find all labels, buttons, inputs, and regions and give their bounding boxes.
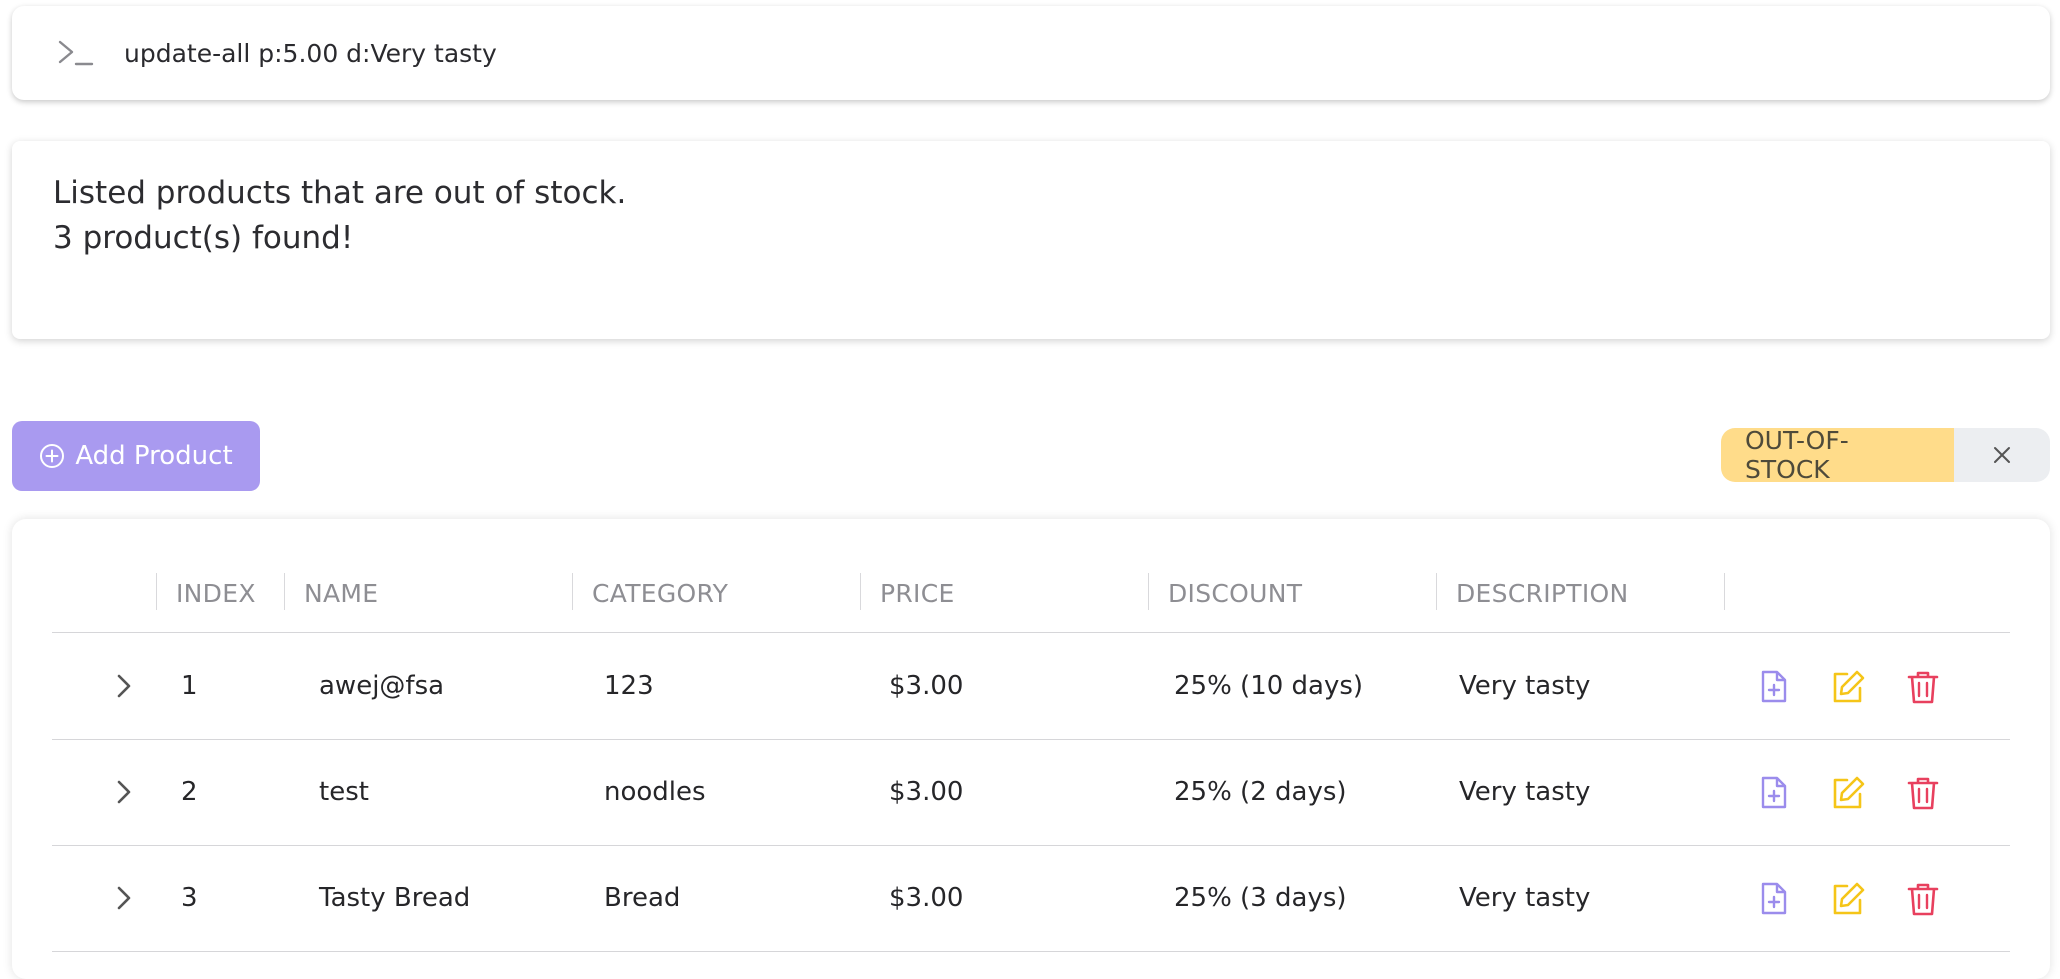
header-price[interactable]: PRICE bbox=[880, 554, 955, 632]
edit-icon[interactable] bbox=[1829, 880, 1867, 918]
cell-description: Very tasty bbox=[1459, 883, 1591, 913]
header-name[interactable]: NAME bbox=[304, 554, 378, 632]
delete-icon[interactable] bbox=[1904, 774, 1942, 812]
table-header: INDEX NAME CATEGORY PRICE DISCOUNT DESCR… bbox=[52, 554, 2010, 633]
delete-icon[interactable] bbox=[1904, 880, 1942, 918]
chevron-right-icon bbox=[117, 780, 131, 804]
product-table: INDEX NAME CATEGORY PRICE DISCOUNT DESCR… bbox=[12, 519, 2050, 979]
terminal-prompt-icon bbox=[58, 40, 94, 66]
view-details-icon[interactable] bbox=[1755, 880, 1793, 918]
header-description[interactable]: DESCRIPTION bbox=[1456, 554, 1629, 632]
cell-category: 123 bbox=[604, 671, 654, 701]
add-product-label: Add Product bbox=[75, 441, 233, 471]
table-row: 3 Tasty Bread Bread $3.00 25% (3 days) V… bbox=[52, 845, 2010, 952]
header-separator bbox=[156, 573, 157, 610]
header-separator bbox=[860, 573, 861, 610]
expand-row-button[interactable] bbox=[114, 739, 134, 845]
result-message: Listed products that are out of stock. bbox=[53, 175, 627, 211]
view-details-icon[interactable] bbox=[1755, 668, 1793, 706]
cell-description: Very tasty bbox=[1459, 777, 1591, 807]
header-separator bbox=[1724, 573, 1725, 610]
header-separator bbox=[1436, 573, 1437, 610]
cell-price: $3.00 bbox=[889, 671, 964, 701]
table-row: 2 test noodles $3.00 25% (2 days) Very t… bbox=[52, 739, 2010, 846]
chevron-right-icon bbox=[117, 674, 131, 698]
cell-index: 1 bbox=[181, 671, 198, 701]
cell-name: awej@fsa bbox=[319, 671, 445, 701]
add-product-button[interactable]: Add Product bbox=[12, 421, 260, 491]
view-details-icon[interactable] bbox=[1755, 774, 1793, 812]
cell-category: Bread bbox=[604, 883, 681, 913]
command-input[interactable] bbox=[122, 37, 1826, 69]
cell-discount: 25% (10 days) bbox=[1174, 671, 1364, 701]
cell-description: Very tasty bbox=[1459, 671, 1591, 701]
header-separator bbox=[572, 573, 573, 610]
command-bar bbox=[12, 6, 2050, 100]
delete-icon[interactable] bbox=[1904, 668, 1942, 706]
header-category[interactable]: CATEGORY bbox=[592, 554, 728, 632]
edit-icon[interactable] bbox=[1829, 668, 1867, 706]
header-separator bbox=[1148, 573, 1149, 610]
filter-tag-label: OUT-OF-STOCK bbox=[1721, 428, 1954, 482]
result-display: Listed products that are out of stock. 3… bbox=[12, 141, 2050, 339]
cell-category: noodles bbox=[604, 777, 706, 807]
cell-price: $3.00 bbox=[889, 777, 964, 807]
header-separator bbox=[284, 573, 285, 610]
cell-price: $3.00 bbox=[889, 883, 964, 913]
filter-tag: OUT-OF-STOCK bbox=[1721, 428, 2050, 482]
expand-row-button[interactable] bbox=[114, 845, 134, 951]
cell-index: 3 bbox=[181, 883, 198, 913]
chevron-right-icon bbox=[117, 886, 131, 910]
header-discount[interactable]: DISCOUNT bbox=[1168, 554, 1302, 632]
cell-name: Tasty Bread bbox=[319, 883, 471, 913]
result-count: 3 product(s) found! bbox=[53, 220, 354, 256]
cell-discount: 25% (2 days) bbox=[1174, 777, 1347, 807]
plus-circle-icon bbox=[40, 444, 65, 468]
cell-index: 2 bbox=[181, 777, 198, 807]
expand-row-button[interactable] bbox=[114, 633, 134, 739]
edit-icon[interactable] bbox=[1829, 774, 1867, 812]
cell-name: test bbox=[319, 777, 369, 807]
close-icon bbox=[1994, 447, 2010, 463]
cell-discount: 25% (3 days) bbox=[1174, 883, 1347, 913]
filter-tag-close-button[interactable] bbox=[1954, 428, 2050, 482]
table-row: 1 awej@fsa 123 $3.00 25% (10 days) Very … bbox=[52, 633, 2010, 740]
header-index[interactable]: INDEX bbox=[176, 554, 256, 632]
